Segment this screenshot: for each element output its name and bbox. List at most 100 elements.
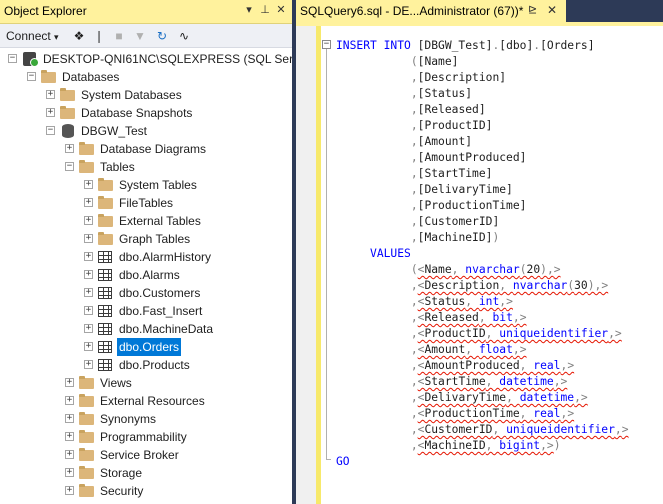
sql-punctuation: ( (519, 263, 527, 276)
tree-node[interactable]: + Programmability (65, 428, 292, 446)
close-icon[interactable]: ✕ (547, 3, 557, 17)
tree-node[interactable]: + Service Broker (65, 446, 292, 464)
tab-sqlquery6[interactable]: SQLQuery6.sql - DE...Administrator (67))… (296, 0, 566, 22)
tree-node[interactable]: + Storage (65, 464, 292, 482)
sql-type: bit (492, 311, 513, 324)
collapse-icon[interactable]: − (46, 126, 55, 135)
expand-icon[interactable]: + (84, 306, 93, 315)
expand-icon[interactable]: + (65, 450, 74, 459)
collapse-icon[interactable]: − (8, 54, 17, 63)
activity-monitor-icon[interactable]: ∿ (176, 28, 192, 44)
expand-icon[interactable]: + (84, 288, 93, 297)
tree-node[interactable]: − DESKTOP-QNI61NC\SQLEXPRESS (SQL Server … (8, 50, 292, 68)
tree-node[interactable]: + Database Snapshots (46, 104, 292, 122)
tree-node[interactable]: + dbo.Orders (84, 338, 292, 356)
sql-punctuation: , (410, 359, 418, 372)
tree-node[interactable]: + System Databases (46, 86, 292, 104)
tree-node-label: Database Diagrams (100, 142, 207, 156)
tree-node-label: Views (100, 376, 132, 390)
tree-node-label: dbo.Orders (117, 338, 182, 356)
code-line: ,[Amount] (336, 134, 472, 150)
tree-node[interactable]: + dbo.AlarmHistory (84, 248, 292, 266)
table-icon (98, 287, 112, 299)
expand-icon[interactable]: + (84, 216, 93, 225)
tree-node[interactable]: − DBGW_Test (46, 122, 292, 140)
tree-node[interactable]: + Security (65, 482, 292, 500)
collapse-toggle-icon[interactable]: − (322, 40, 331, 49)
expand-icon[interactable]: + (65, 414, 74, 423)
tree-node[interactable]: + dbo.Fast_Insert (84, 302, 292, 320)
connect-plug-icon[interactable]: ❖ (72, 28, 86, 44)
expand-icon[interactable]: + (84, 234, 93, 243)
expand-icon[interactable]: + (65, 486, 74, 495)
expand-icon[interactable]: + (65, 144, 74, 153)
expand-icon[interactable]: + (84, 360, 93, 369)
pin-icon[interactable]: ⊵ (528, 3, 537, 16)
expand-icon[interactable]: + (84, 270, 93, 279)
tree-node[interactable]: + dbo.Alarms (84, 266, 292, 284)
tree-node[interactable]: − Tables (65, 158, 292, 176)
tree-node-label: dbo.Customers (119, 286, 201, 300)
connect-button[interactable]: Connect ▾ (6, 28, 59, 44)
sql-punctuation: , (465, 295, 479, 308)
dropdown-arrow-icon[interactable]: ▾ (242, 3, 256, 16)
tree-node[interactable]: + Graph Tables (84, 230, 292, 248)
expand-icon[interactable]: + (65, 378, 74, 387)
disconnect-icon[interactable]: ❘ (92, 28, 106, 44)
tree-node[interactable]: + Views (65, 374, 292, 392)
tree-node[interactable]: + External Tables (84, 212, 292, 230)
tree-node-label: Graph Tables (119, 232, 191, 246)
expand-icon[interactable]: + (84, 324, 93, 333)
refresh-icon[interactable]: ↻ (155, 28, 169, 44)
tree-node[interactable]: + dbo.Customers (84, 284, 292, 302)
tree-node[interactable]: − Databases (27, 68, 292, 86)
expand-icon[interactable]: + (84, 180, 93, 189)
code-line: INSERT INTO [DBGW_Test].[dbo].[Orders] (336, 38, 595, 54)
sql-punctuation: ) (587, 279, 595, 292)
code-line: ,<CustomerID, uniqueidentifier,> (336, 422, 629, 438)
tree-node[interactable]: + dbo.Products (84, 356, 292, 374)
tree-node[interactable]: + FileTables (84, 194, 292, 212)
sql-punctuation: ) (540, 263, 547, 276)
table-icon (98, 341, 112, 353)
tree-node[interactable]: + Database Diagrams (65, 140, 292, 158)
sql-punctuation: , (410, 199, 418, 212)
sql-punctuation: , (485, 439, 500, 452)
sql-punctuation: , (410, 215, 418, 228)
tree-node[interactable]: + External Resources (65, 392, 292, 410)
close-icon[interactable]: ✕ (274, 3, 288, 16)
code-line: ,<ProductID, uniqueidentifier,> (336, 326, 622, 342)
tree-node-label: Synonyms (100, 412, 157, 426)
tree-node-label: dbo.MachineData (119, 322, 214, 336)
sql-identifier: MachineID (424, 439, 486, 452)
expand-icon[interactable]: + (46, 90, 55, 99)
tree-node[interactable]: + Synonyms (65, 410, 292, 428)
filter-icon[interactable]: ▼ (133, 28, 147, 44)
expand-icon[interactable]: + (65, 432, 74, 441)
collapse-icon[interactable]: − (65, 162, 74, 171)
stop-icon[interactable]: ■ (113, 28, 125, 44)
sql-identifier: [Description] (417, 71, 507, 84)
tree-node[interactable]: + System Tables (84, 176, 292, 194)
sql-punctuation: > (546, 439, 554, 452)
change-tracking-bar (316, 26, 321, 504)
pin-icon[interactable]: ⊥ (258, 3, 272, 16)
tab-title: SQLQuery6.sql - DE...Administrator (67))… (300, 4, 524, 18)
tree-node-label: Programmability (100, 430, 187, 444)
sql-punctuation: , (410, 343, 418, 356)
dropdown-arrow-icon: ▾ (54, 32, 59, 42)
collapse-icon[interactable]: − (27, 72, 36, 81)
folder-icon (79, 430, 94, 443)
tree-node[interactable]: + dbo.MachineData (84, 320, 292, 338)
tree-node-label: System Databases (81, 88, 182, 102)
expand-icon[interactable]: + (84, 252, 93, 261)
expand-icon[interactable]: + (46, 108, 55, 117)
expand-icon[interactable]: + (65, 396, 74, 405)
expand-icon[interactable]: + (65, 468, 74, 477)
expand-icon[interactable]: + (84, 342, 93, 351)
sql-keyword: GO (336, 455, 350, 468)
table-icon (98, 323, 112, 335)
sql-punctuation: , (512, 343, 520, 356)
sql-identifier: 20 (526, 263, 541, 276)
expand-icon[interactable]: + (84, 198, 93, 207)
